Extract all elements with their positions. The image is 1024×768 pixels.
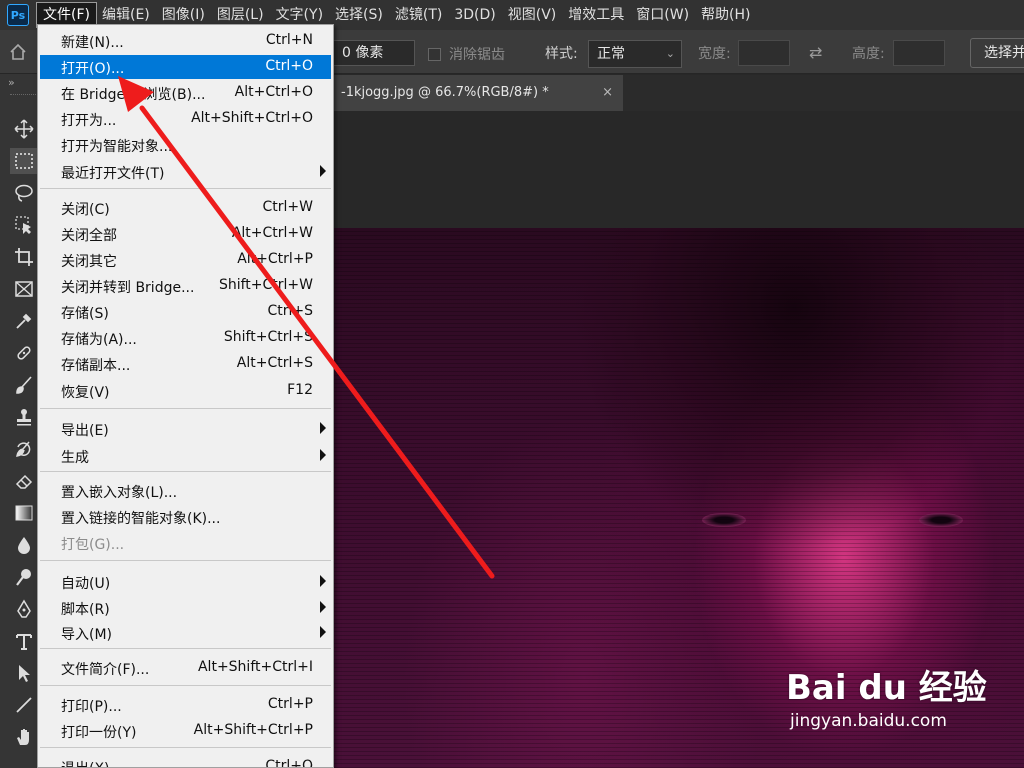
menu-item-file-info[interactable]: 文件简介(F)... Alt+Shift+Ctrl+I xyxy=(40,656,331,680)
menu-help[interactable]: 帮助(H) xyxy=(695,3,756,27)
menu-3d[interactable]: 3D(D) xyxy=(448,3,501,27)
marquee-tool-icon[interactable] xyxy=(10,148,38,174)
menu-item-close-all[interactable]: 关闭全部 Alt+Ctrl+W xyxy=(40,222,331,246)
menu-item-revert[interactable]: 恢复(V) F12 xyxy=(40,379,331,403)
menu-item-browse-bridge[interactable]: 在 Bridge 中浏览(B)... Alt+Ctrl+O xyxy=(40,81,331,105)
menu-item-import[interactable]: 导入(M) xyxy=(40,621,331,645)
blur-tool-icon[interactable] xyxy=(10,532,38,558)
close-icon[interactable]: × xyxy=(602,75,613,111)
height-input[interactable] xyxy=(893,40,945,66)
baidu-logo: Bai du 经验 xyxy=(786,668,987,708)
path-selection-tool-icon[interactable] xyxy=(10,660,38,686)
type-tool-icon[interactable] xyxy=(10,628,38,654)
style-value: 正常 xyxy=(597,46,625,62)
baidu-jingyan-watermark: Bai du 经验 jingyan.baidu.com xyxy=(786,660,987,731)
antialias-checkbox[interactable]: 消除锯齿 xyxy=(428,44,505,64)
panel-grip[interactable] xyxy=(10,94,36,97)
menu-separator xyxy=(40,685,331,686)
select-and-mask-button[interactable]: 选择并 xyxy=(970,38,1024,68)
document-tab[interactable]: -1kjogg.jpg @ 66.7%(RGB/8#) * × xyxy=(333,75,623,111)
chevron-down-icon: ⌄ xyxy=(665,47,675,60)
menu-item-exit[interactable]: 退出(X)Ctrl+Q xyxy=(40,755,331,767)
menu-separator xyxy=(40,560,331,561)
menu-separator xyxy=(40,188,331,189)
menu-select[interactable]: 选择(S) xyxy=(329,3,389,27)
document-tab-title: -1kjogg.jpg @ 66.7%(RGB/8#) * xyxy=(341,85,549,100)
menu-item-open[interactable]: 打开(O)... Ctrl+O xyxy=(40,55,331,79)
menu-item-close-others[interactable]: 关闭其它 Alt+Ctrl+P xyxy=(40,248,331,272)
style-label: 样式: xyxy=(545,46,578,62)
menu-item-scripts[interactable]: 脚本(R) xyxy=(40,596,331,620)
frame-tool-icon[interactable] xyxy=(10,276,38,302)
checkbox-box[interactable] xyxy=(428,47,441,61)
hand-tool-icon[interactable] xyxy=(10,724,38,750)
menu-item-save-as[interactable]: 存储为(A)... Shift+Ctrl+S xyxy=(40,326,331,350)
feather-input[interactable]: 0 像素 xyxy=(333,40,415,66)
healing-brush-tool-icon[interactable] xyxy=(10,340,38,366)
menu-plugins[interactable]: 增效工具 xyxy=(562,3,630,27)
menu-separator xyxy=(40,408,331,409)
submenu-arrow-icon xyxy=(320,449,326,461)
menu-item-automate[interactable]: 自动(U) xyxy=(40,570,331,594)
crop-tool-icon[interactable] xyxy=(10,244,38,270)
menu-view[interactable]: 视图(V) xyxy=(502,3,563,27)
dodge-tool-icon[interactable] xyxy=(10,564,38,590)
gradient-tool-icon[interactable] xyxy=(10,500,38,526)
menu-item-save[interactable]: 存储(S) Ctrl+S xyxy=(40,300,331,324)
swap-icon[interactable]: ⇄ xyxy=(809,43,822,62)
menu-item-close[interactable]: 关闭(C) Ctrl+W xyxy=(40,196,331,220)
file-menu-dropdown: 新建(N)... Ctrl+N 打开(O)... Ctrl+O 在 Bridge 中… xyxy=(37,24,334,768)
menu-item-print[interactable]: 打印(P)... Ctrl+P xyxy=(40,693,331,717)
home-icon[interactable] xyxy=(8,42,28,62)
pen-tool-icon[interactable] xyxy=(10,596,38,622)
submenu-arrow-icon xyxy=(320,575,326,587)
menu-item-recent-files[interactable]: 最近打开文件(T) xyxy=(40,160,331,184)
eyedropper-tool-icon[interactable] xyxy=(10,308,38,334)
height-label: 高度: xyxy=(852,46,885,62)
width-input[interactable] xyxy=(738,40,790,66)
submenu-arrow-icon xyxy=(320,626,326,638)
menu-window[interactable]: 窗口(W) xyxy=(630,3,695,27)
menu-separator xyxy=(40,471,331,472)
menu-item-open-as[interactable]: 打开为... Alt+Shift+Ctrl+O xyxy=(40,107,331,131)
brush-tool-icon[interactable] xyxy=(10,372,38,398)
photoshop-logo: Ps xyxy=(7,4,29,26)
antialias-label: 消除锯齿 xyxy=(449,47,505,63)
submenu-arrow-icon xyxy=(320,601,326,613)
menu-item-generate[interactable]: 生成 xyxy=(40,444,331,468)
menu-item-save-copy[interactable]: 存储副本... Alt+Ctrl+S xyxy=(40,352,331,376)
menu-separator xyxy=(40,648,331,649)
move-tool-icon[interactable] xyxy=(10,116,38,142)
submenu-arrow-icon xyxy=(320,165,326,177)
history-brush-tool-icon[interactable] xyxy=(10,436,38,462)
menu-filter[interactable]: 滤镜(T) xyxy=(389,3,448,27)
collapse-icon[interactable]: » xyxy=(8,76,15,89)
menu-separator xyxy=(40,747,331,748)
eraser-tool-icon[interactable] xyxy=(10,468,38,494)
menu-item-place-embedded[interactable]: 置入嵌入对象(L)... xyxy=(40,479,331,503)
menu-item-new[interactable]: 新建(N)... Ctrl+N xyxy=(40,29,331,53)
width-label: 宽度: xyxy=(698,46,731,62)
lasso-tool-icon[interactable] xyxy=(10,180,38,206)
menu-item-open-smart-object[interactable]: 打开为智能对象... xyxy=(40,133,331,157)
style-select[interactable]: 正常 ⌄ xyxy=(588,40,682,68)
menu-item-place-linked[interactable]: 置入链接的智能对象(K)... xyxy=(40,505,331,529)
watermark-site: jingyan.baidu.com xyxy=(790,711,947,731)
line-tool-icon[interactable] xyxy=(10,692,38,718)
clone-stamp-tool-icon[interactable] xyxy=(10,404,38,430)
menu-item-export[interactable]: 导出(E) xyxy=(40,417,331,441)
object-select-tool-icon[interactable] xyxy=(10,212,38,238)
submenu-arrow-icon xyxy=(320,422,326,434)
menu-item-close-go-bridge[interactable]: 关闭并转到 Bridge... Shift+Ctrl+W xyxy=(40,274,331,298)
menu-item-print-one[interactable]: 打印一份(Y) Alt+Shift+Ctrl+P xyxy=(40,719,331,743)
menu-item-package: 打包(G)... xyxy=(61,537,125,553)
